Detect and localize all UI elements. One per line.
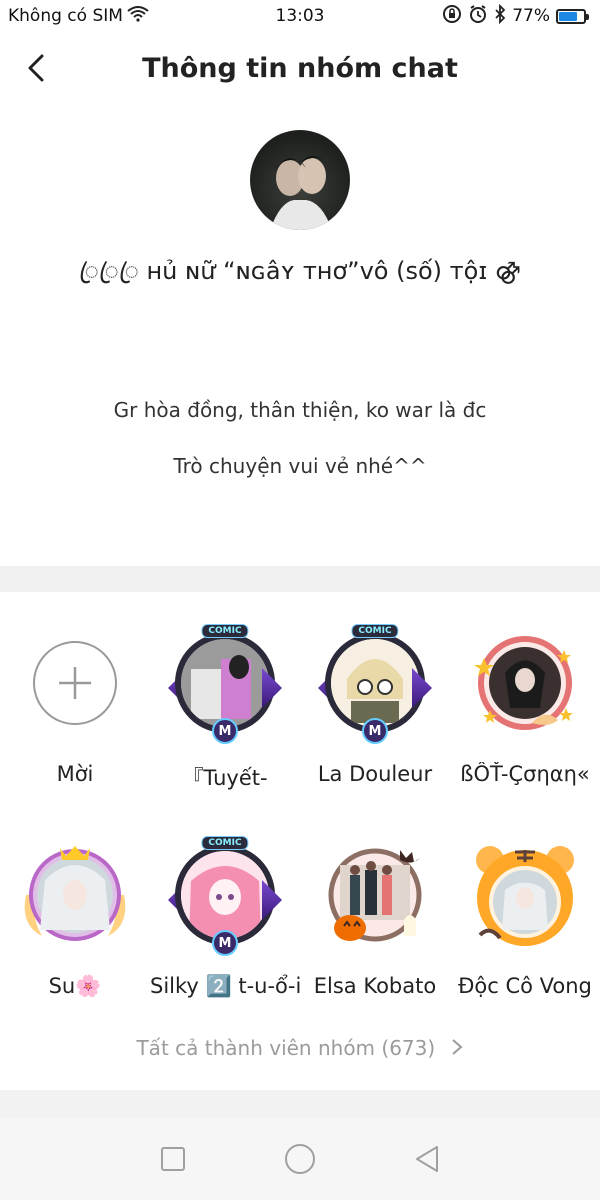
all-members-link[interactable]: Tất cả thành viên nhóm (673) (0, 1036, 600, 1060)
angel-frame-avatar (24, 846, 126, 941)
member-avatar (470, 840, 580, 950)
invite-member[interactable]: Mời (0, 628, 150, 786)
status-left: Không có SIM (8, 5, 149, 27)
member-name: Độc Cô Vong (458, 974, 592, 998)
square-icon (161, 1147, 186, 1171)
member-avatar (470, 628, 580, 738)
member-avatar: COMIC M (168, 836, 282, 956)
member-item[interactable]: COMIC M 『Tuyết- (150, 624, 300, 792)
chevron-left-icon (28, 54, 44, 82)
member-name: ßỖŤ-Çσηαη« (460, 762, 590, 786)
carrier-label: Không có SIM (8, 6, 123, 26)
section-divider (0, 1090, 600, 1118)
section-divider (0, 566, 600, 592)
header: Thông tin nhóm chat (0, 36, 600, 100)
home-button[interactable] (280, 1139, 320, 1179)
member-item[interactable]: COMIC M Silky 2️⃣ t-u-ổ-i (150, 836, 300, 999)
circle-icon (284, 1144, 315, 1174)
invite-circle (33, 641, 117, 725)
tiger-frame-avatar (476, 846, 574, 946)
member-name: Silky 2️⃣ t-u-ổ-i (150, 974, 300, 998)
invite-avatar (20, 628, 130, 738)
m-badge: M (362, 718, 388, 744)
member-avatar: COMIC M (168, 624, 282, 744)
member-item[interactable]: Độc Cô Vong (450, 840, 600, 998)
member-avatar (320, 840, 430, 950)
all-members-label: Tất cả thành viên nhóm (673) (136, 1036, 436, 1060)
comic-badge: COMIC (201, 624, 249, 638)
wifi-icon (127, 5, 149, 27)
bluetooth-icon (494, 3, 506, 29)
member-name: Su🌸 (48, 974, 102, 998)
member-avatar (20, 840, 130, 950)
m-badge: M (212, 930, 238, 956)
battery-fill (559, 11, 578, 21)
group-description-line1: Gr hòa đồng, thân thiện, ko war là đc (113, 398, 487, 422)
halloween-frame-avatar (328, 848, 422, 942)
comic-badge: COMIC (351, 624, 399, 638)
group-name: ꦿꦿꦿ ʜủ ɴữ “ɴɢâʏ ᴛʜơ”ᴠô (ѕố) ᴛộɪ ⚣ (78, 257, 522, 285)
group-description-line2: Trò chuyện vui vẻ nhé^^ (173, 454, 427, 478)
back-button[interactable] (18, 50, 54, 86)
member-item[interactable]: Elsa Kobato (300, 840, 450, 998)
member-item[interactable]: Su🌸 (0, 840, 150, 999)
chevron-right-icon (451, 1039, 463, 1055)
star-frame-avatar (474, 636, 573, 730)
status-bar: Không có SIM 13:03 77% (0, 0, 600, 32)
system-nav-bar (0, 1118, 600, 1200)
status-right: 77% (442, 3, 589, 29)
group-avatar[interactable] (250, 130, 350, 230)
page-title: Thông tin nhóm chat (142, 52, 458, 84)
member-name: La Douleur (317, 762, 433, 786)
member-photo (181, 639, 269, 727)
triangle-back-icon (415, 1146, 438, 1172)
plus-icon (59, 667, 91, 699)
battery-percent: 77% (512, 6, 550, 26)
member-name: Elsa Kobato (313, 974, 437, 998)
member-name: Mời (56, 762, 94, 786)
battery-icon (556, 8, 589, 24)
member-avatar: COMIC M (318, 624, 432, 744)
member-photo (331, 639, 419, 727)
member-item[interactable]: COMIC M La Douleur (300, 624, 450, 786)
comic-badge: COMIC (201, 836, 249, 850)
group-avatar-image (270, 156, 332, 230)
recents-button[interactable] (153, 1139, 193, 1179)
back-nav-button[interactable] (407, 1139, 447, 1179)
m-badge: M (212, 718, 238, 744)
member-item[interactable]: ßỖŤ-Çσηαη« (450, 628, 600, 786)
member-photo (181, 851, 269, 939)
member-name: 『Tuyết- (182, 766, 268, 790)
rotation-lock-icon (442, 4, 462, 29)
alarm-icon (468, 4, 488, 29)
